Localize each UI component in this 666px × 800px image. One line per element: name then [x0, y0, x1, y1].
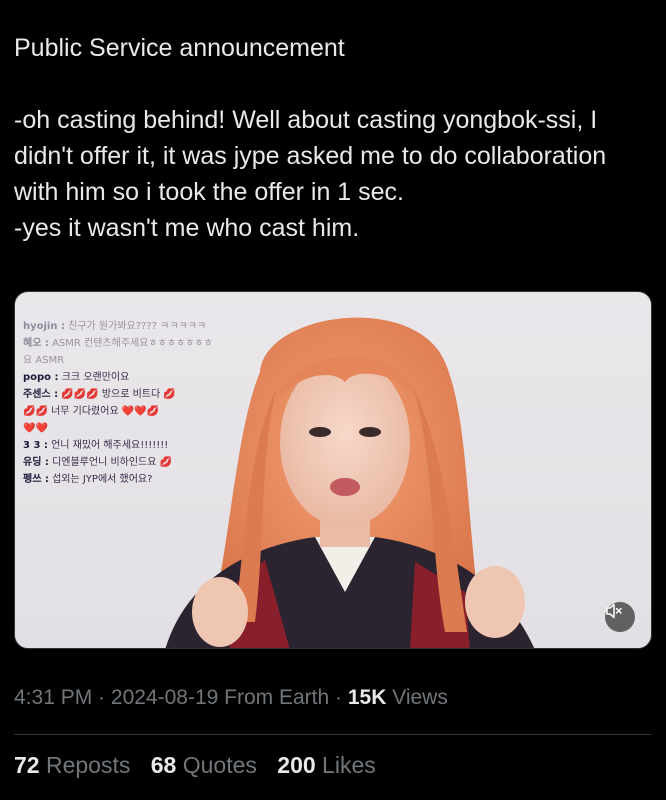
- divider: [14, 734, 652, 735]
- video-player[interactable]: hyojin : 친구가 뭔가봐요???? ㅋㅋㅋㅋㅋ 혜오 : ASMR 컨텐…: [14, 291, 652, 649]
- chat-message: ❤️❤️: [23, 423, 48, 434]
- chat-message: hyojin : 친구가 뭔가봐요???? ㅋㅋㅋㅋㅋ: [23, 321, 207, 332]
- chat-message: 혜오 : ASMR 컨텐츠해주세요ㅎㅎㅎㅎㅎㅎㅎ: [23, 338, 213, 349]
- source-label: From Earth: [218, 686, 330, 709]
- speaker-muted-icon: [606, 603, 622, 619]
- timestamp-time[interactable]: 4:31 PM: [14, 686, 92, 709]
- views-label: Views: [386, 686, 448, 709]
- chat-overlay: hyojin : 친구가 뭔가봐요???? ㅋㅋㅋㅋㅋ 혜오 : ASMR 컨텐…: [23, 320, 263, 490]
- chat-message: 유딩 : 디엔블루언니 비하인드요 💋: [23, 457, 173, 468]
- views-count: 15K: [347, 686, 387, 709]
- timestamp-date[interactable]: 2024-08-19: [111, 686, 218, 709]
- quotes-link[interactable]: 68 Quotes: [151, 752, 257, 778]
- reposts-link[interactable]: 72 Reposts: [14, 752, 130, 778]
- likes-link[interactable]: 200 Likes: [277, 752, 375, 778]
- tweet-text: Public Service announcement -oh casting …: [14, 30, 654, 246]
- engagement-stats: 72 Reposts 68 Quotes 200 Likes: [14, 752, 390, 779]
- chat-message: 주센스 : 💋💋💋 방으로 비트다 💋: [23, 389, 176, 400]
- chat-message: 💋💋 너무 기다렸어요 ❤️❤️💋: [23, 406, 160, 417]
- tweet-line-title: Public Service announcement: [14, 34, 345, 62]
- unmute-button[interactable]: [605, 602, 635, 632]
- chat-message: 3 3 : 언니 재밌어 해주세요!!!!!!!: [23, 440, 169, 451]
- tweet-meta: 4:31 PM · 2024-08-19 From Earth · 15K Vi…: [14, 686, 448, 709]
- tweet-line-body: -oh casting behind! Well about casting y…: [14, 106, 607, 206]
- chat-message: 요 ASMR: [23, 355, 65, 366]
- chat-message: 펭쓰 : 섭외는 JYP에서 했어요?: [23, 474, 153, 485]
- chat-message: popo : 크크 오랜만이요: [23, 372, 130, 383]
- tweet-line-body-2: -yes it wasn't me who cast him.: [14, 214, 360, 242]
